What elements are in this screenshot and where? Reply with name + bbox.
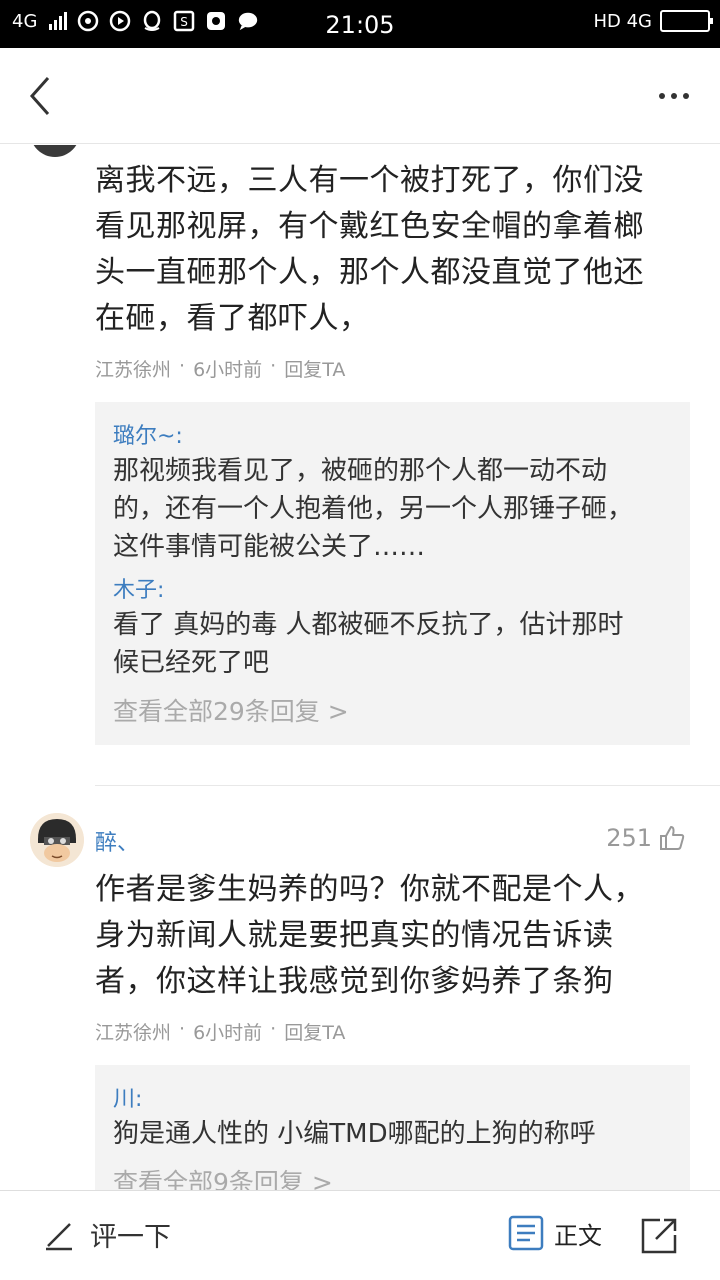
comment-location: 江苏徐州 xyxy=(95,359,172,381)
reply-username[interactable]: 木子: xyxy=(113,576,672,606)
meta-separator: · xyxy=(179,355,186,377)
more-dot-icon xyxy=(659,93,665,99)
comment-line: 离我不远，三人有一个被打死了，你们没 xyxy=(95,163,644,198)
comment-list[interactable]: 离我不远，三人有一个被打死了，你们没 看见那视屏，有个戴红色安全帽的拿着榔 头一… xyxy=(0,145,720,1190)
comment-line: 在砸，看了都吓人， xyxy=(95,301,370,336)
avatar[interactable] xyxy=(30,145,80,157)
meta-separator: · xyxy=(270,355,277,377)
article-label: 正文 xyxy=(554,1221,602,1250)
meta-separator: · xyxy=(270,1018,277,1040)
reply-line: 看了 真妈的毒 人都被砸不反抗了，估计那时 xyxy=(113,610,624,640)
share-button[interactable] xyxy=(640,1217,678,1255)
more-dot-icon xyxy=(683,93,689,99)
reply-line: 狗是通人性的 小编TMD哪配的上狗的称呼 xyxy=(113,1119,596,1149)
reply-button[interactable]: 回复TA xyxy=(284,355,345,382)
reply-button[interactable]: 回复TA xyxy=(284,1018,345,1045)
write-comment-label: 评一下 xyxy=(90,1222,171,1253)
view-all-replies-link[interactable]: 查看全部9条回复 > xyxy=(113,1163,672,1190)
reply-text: 看了 真妈的毒 人都被砸不反抗了，估计那时 候已经死了吧 xyxy=(113,606,672,682)
reply-text: 狗是通人性的 小编TMD哪配的上狗的称呼 xyxy=(113,1115,672,1153)
comment-meta: 江苏徐州 · 6小时前 · 回复TA xyxy=(95,355,345,382)
article-button[interactable]: 正文 xyxy=(508,1215,602,1251)
comment-line: 作者是爹生妈养的吗？你就不配是个人， xyxy=(95,872,644,907)
avatar[interactable] xyxy=(30,813,84,867)
reply-box[interactable]: 川: 狗是通人性的 小编TMD哪配的上狗的称呼 查看全部9条回复 > xyxy=(95,1065,690,1190)
comment-text: 作者是爹生妈养的吗？你就不配是个人， 身为新闻人就是要把真实的情况告诉读 者，你… xyxy=(95,867,695,1005)
comment-meta: 江苏徐州 · 6小时前 · 回复TA xyxy=(95,1018,345,1045)
reply-box[interactable]: 璐尔~: 那视频我看见了，被砸的那个人都一动不动 的，还有一个人抱着他，另一个人… xyxy=(95,402,690,745)
network-type-right: HD 4G xyxy=(593,10,652,32)
like-count: 251 xyxy=(606,824,652,852)
reply-line: 的，还有一个人抱着他，另一个人那锤子砸， xyxy=(113,494,634,524)
comment-text: 离我不远，三人有一个被打死了，你们没 看见那视屏，有个戴红色安全帽的拿着榔 头一… xyxy=(95,158,695,342)
reply-username[interactable]: 川: xyxy=(113,1085,672,1115)
view-all-replies-link[interactable]: 查看全部29条回复 > xyxy=(113,692,672,732)
chevron-left-icon xyxy=(29,77,50,115)
comment-time: 6小时前 xyxy=(193,359,263,381)
share-icon xyxy=(641,1218,677,1254)
reply-line: 那视频我看见了，被砸的那个人都一动不动 xyxy=(113,456,608,486)
reply-line: 候已经死了吧 xyxy=(113,648,270,678)
soldier-avatar-icon xyxy=(30,813,84,867)
reply-text: 那视频我看见了，被砸的那个人都一动不动 的，还有一个人抱着他，另一个人那锤子砸，… xyxy=(113,452,672,566)
status-right: HD 4G xyxy=(593,10,713,32)
status-bar: 4G S 21:05 HD 4G xyxy=(0,0,720,48)
document-icon xyxy=(508,1215,544,1251)
comment-time: 6小时前 xyxy=(193,1022,263,1044)
thumbs-up-icon xyxy=(660,826,685,850)
reply-username[interactable]: 璐尔~: xyxy=(113,422,672,452)
battery-icon xyxy=(660,10,713,32)
comment-line: 看见那视屏，有个戴红色安全帽的拿着榔 xyxy=(95,209,644,244)
pencil-icon xyxy=(46,1222,72,1250)
meta-separator: · xyxy=(179,1018,186,1040)
more-button[interactable] xyxy=(654,82,694,110)
more-dot-icon xyxy=(671,93,677,99)
comment-line: 头一直砸那个人，那个人都没直觉了他还 xyxy=(95,255,644,290)
comment-location: 江苏徐州 xyxy=(95,1022,172,1044)
comment-username[interactable]: 醉、 xyxy=(95,825,139,857)
reply-line: 这件事情可能被公关了…… xyxy=(113,532,426,562)
bottom-toolbar: 评一下 正文 xyxy=(0,1190,720,1280)
back-button[interactable] xyxy=(22,74,62,118)
like-button[interactable]: 251 xyxy=(606,824,686,852)
write-comment-button[interactable]: 评一下 xyxy=(42,1215,171,1254)
comment-line: 者，你这样让我感觉到你爹妈养了条狗 xyxy=(95,964,614,999)
comment-line: 身为新闻人就是要把真实的情况告诉读 xyxy=(95,918,614,953)
divider xyxy=(95,785,720,786)
top-nav xyxy=(0,48,720,144)
